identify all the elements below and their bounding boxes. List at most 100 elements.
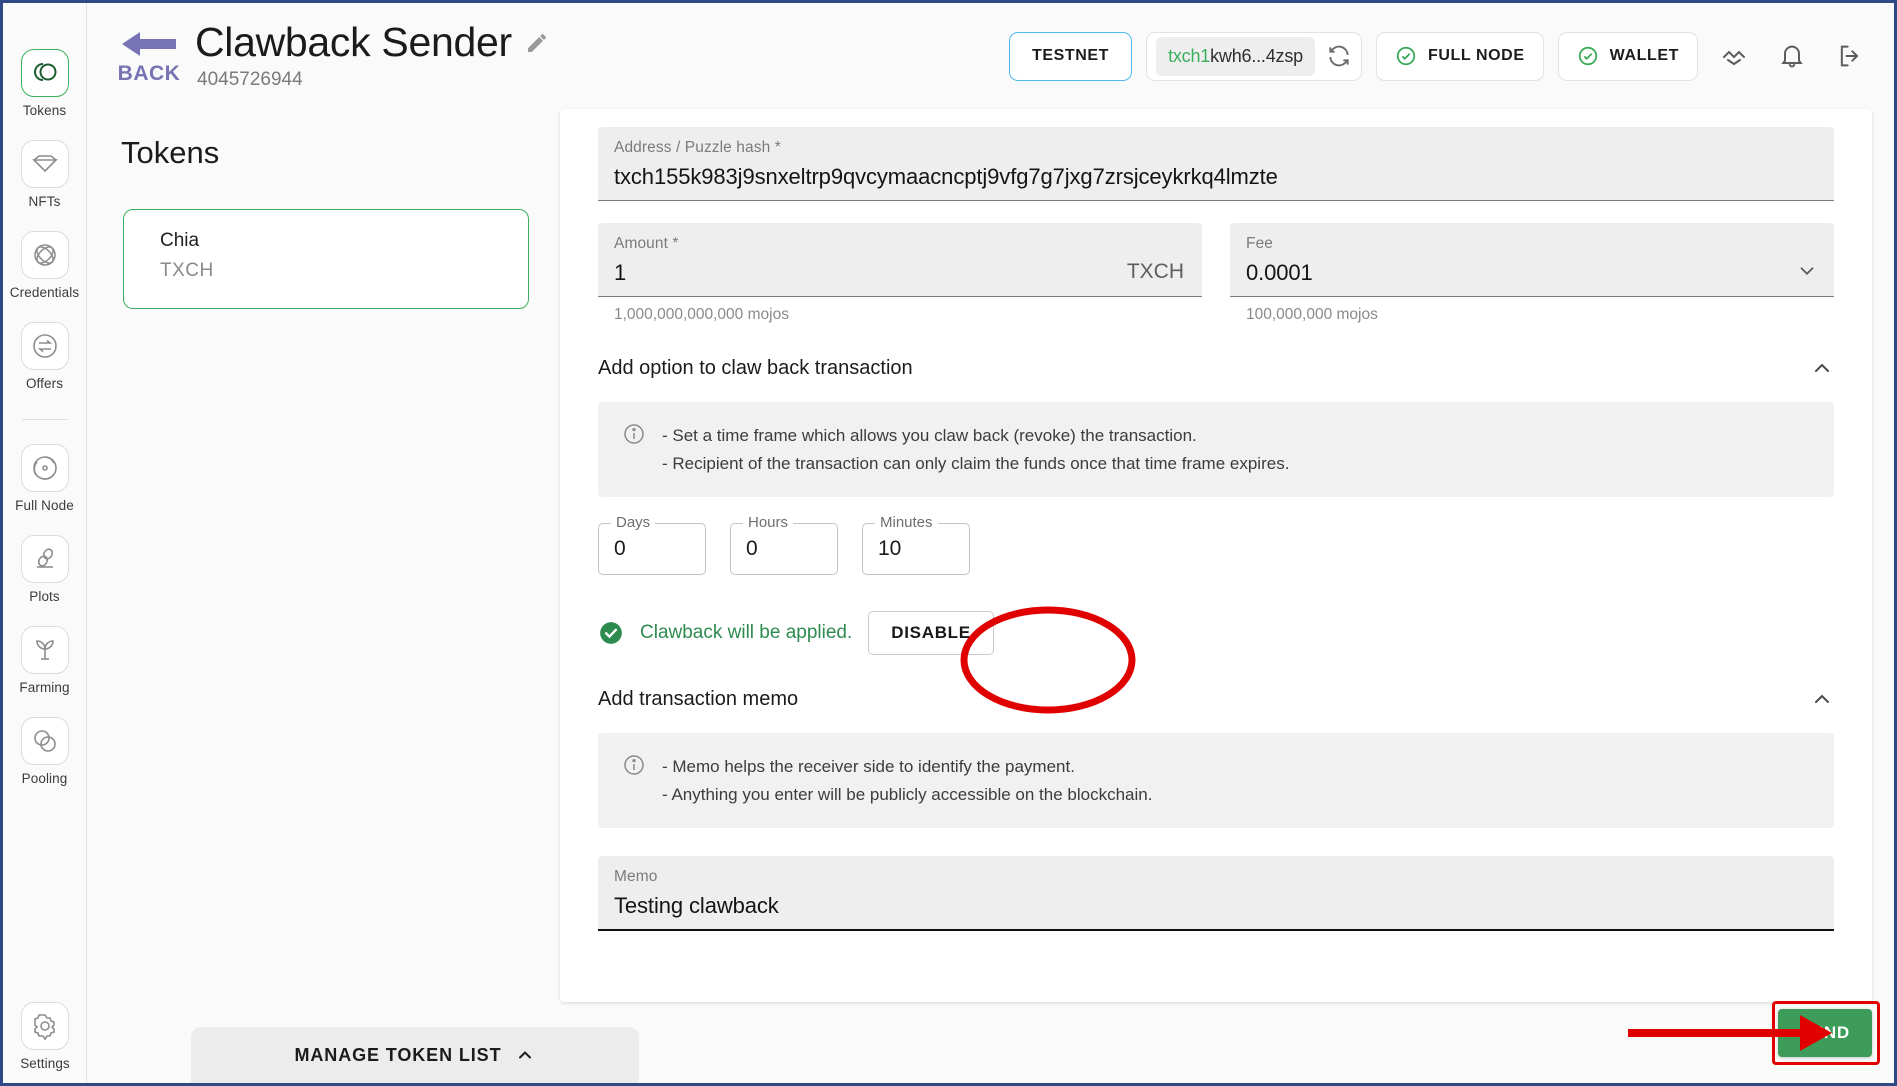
sidebar-item-offers[interactable]: Offers [3, 322, 87, 391]
address-suffix: kwh6...4zsp [1210, 45, 1303, 66]
clawback-status-row: Clawback will be applied. DISABLE [598, 611, 1834, 656]
manage-token-list-label: MANAGE TOKEN LIST [294, 1044, 502, 1065]
wallet-address-value: txch1kwh6...4zsp [1156, 36, 1315, 76]
clawback-disable-button[interactable]: DISABLE [868, 611, 994, 656]
sidebar-item-label: Tokens [22, 103, 67, 118]
logout-button[interactable] [1828, 34, 1872, 78]
check-circle-filled-icon [600, 622, 622, 644]
memo-info-box: - Memo helps the receiver side to identi… [598, 733, 1834, 829]
chevron-up-icon[interactable] [1810, 356, 1834, 380]
sidebar-item-label: Full Node [15, 498, 74, 513]
memo-section-header[interactable]: Add transaction memo [598, 687, 1834, 711]
wallet-address-chip[interactable]: txch1kwh6...4zsp [1146, 31, 1362, 81]
network-chip[interactable]: TESTNET [1008, 31, 1133, 81]
memo-input[interactable]: Memo Testing clawback [598, 856, 1834, 932]
amount-field-value: 1 [614, 260, 627, 285]
fee-field-label: Fee [1246, 235, 1274, 252]
sidebar-item-label: Farming [19, 680, 70, 695]
clawback-minutes-label: Minutes [875, 514, 938, 532]
address-field-label: Address / Puzzle hash * [614, 139, 781, 156]
notifications-button[interactable] [1770, 34, 1814, 78]
credentials-icon [20, 231, 69, 279]
clawback-hours-label: Hours [743, 514, 794, 532]
memo-section-title: Add transaction memo [598, 687, 799, 710]
amount-column: Amount * 1 TXCH 1,000,000,000,000 mojos [598, 223, 1202, 324]
farming-leaf-icon [20, 626, 69, 674]
clawback-days-input[interactable]: Days 0 [598, 514, 706, 576]
fee-helper-text: 100,000,000 mojos [1246, 306, 1378, 323]
sidebar-item-settings[interactable]: Settings [3, 1002, 87, 1071]
sidebar-item-label: Offers [25, 376, 64, 391]
fee-dropdown-arrow[interactable] [1796, 260, 1818, 282]
info-icon [624, 424, 644, 444]
clawback-info-box: - Set a time frame which allows you claw… [598, 402, 1834, 498]
clawback-section-header[interactable]: Add option to claw back transaction [598, 356, 1834, 380]
chevron-up-icon [519, 1051, 532, 1059]
check-circle-icon [1578, 46, 1597, 66]
offers-swap-icon [20, 322, 69, 370]
sidebar-item-pooling[interactable]: Pooling [3, 717, 87, 786]
sidebar-item-nfts[interactable]: NFTs [3, 140, 87, 209]
bell-icon [1781, 45, 1803, 68]
info-icon [624, 755, 644, 775]
wallet-status-chip[interactable]: WALLET [1557, 31, 1698, 81]
tokens-pane-title: Tokens [121, 135, 220, 170]
chevron-up-icon[interactable] [1810, 687, 1834, 711]
plots-seed-icon [20, 535, 69, 583]
sidebar-divider [21, 419, 68, 420]
back-arrow-icon [122, 31, 176, 56]
full-node-icon [20, 444, 69, 492]
memo-input-label: Memo [614, 868, 658, 886]
back-button[interactable]: BACK [113, 27, 185, 86]
sidebar-item-farming[interactable]: Farming [3, 626, 87, 695]
header-actions: TESTNET txch1kwh6...4zsp FULL NODE WALLE [1008, 31, 1872, 81]
token-list-item-chia[interactable]: Chia TXCH [123, 209, 529, 309]
sidebar-item-label: Pooling [21, 771, 68, 786]
full-node-status-chip[interactable]: FULL NODE [1375, 31, 1544, 81]
tokens-pane: Tokens Chia TXCH MANAGE TOKEN LIST [87, 109, 639, 1083]
sidebar-item-plots[interactable]: Plots [3, 535, 87, 604]
check-circle-icon [1396, 46, 1416, 66]
token-symbol: TXCH [160, 260, 214, 281]
connections-wave-button[interactable] [1712, 34, 1756, 78]
memo-info-line-1: - Memo helps the receiver side to identi… [662, 757, 1075, 777]
clawback-hours-input[interactable]: Hours 0 [730, 514, 838, 576]
page-title: Clawback Sender [195, 19, 512, 66]
page-body: Tokens Chia TXCH MANAGE TOKEN LIST Addre… [87, 109, 1894, 1083]
sidebar-item-credentials[interactable]: Credentials [3, 231, 87, 300]
amount-helper-text: 1,000,000,000,000 mojos [614, 306, 789, 323]
token-name: Chia [160, 230, 200, 251]
logout-icon [1840, 45, 1859, 67]
back-button-label: BACK [117, 61, 181, 85]
amount-field-label: Amount * [614, 235, 679, 252]
amount-field[interactable]: Amount * 1 TXCH [598, 223, 1202, 297]
fee-field-value: 0.0001 [1246, 260, 1313, 285]
chevron-down-icon [1800, 267, 1814, 276]
amount-fee-row: Amount * 1 TXCH 1,000,000,000,000 mojos … [598, 223, 1834, 324]
clawback-section-title: Add option to claw back transaction [598, 356, 913, 379]
fee-column: Fee 0.0001 100,000,000 mojos [1230, 223, 1834, 324]
sidebar-item-label: Credentials [9, 285, 80, 300]
wallet-status-label: WALLET [1609, 47, 1679, 64]
send-button[interactable]: SEND [1777, 1009, 1872, 1057]
address-field-value: txch155k983j9snxeltrp9qvcymaacncptj9vfg7… [614, 164, 1278, 189]
clawback-time-inputs: Days 0 Hours 0 Minutes 10 [598, 514, 1834, 576]
refresh-icon[interactable] [1326, 43, 1352, 69]
sidebar-item-label: NFTs [28, 194, 61, 209]
address-prefix: txch1 [1168, 45, 1211, 66]
tokens-icon [20, 49, 69, 97]
full-node-status-label: FULL NODE [1427, 47, 1525, 64]
fee-field[interactable]: Fee 0.0001 [1230, 223, 1834, 297]
sidebar-item-full-node[interactable]: Full Node [3, 444, 87, 513]
amount-unit-label: TXCH [1126, 260, 1184, 283]
page-title-group: Clawback Sender 4045726944 [195, 21, 549, 90]
edit-pencil-icon[interactable] [525, 31, 549, 55]
address-field[interactable]: Address / Puzzle hash * txch155k983j9snx… [598, 127, 1834, 201]
clawback-minutes-input[interactable]: Minutes 10 [862, 514, 970, 576]
gear-icon [21, 1002, 69, 1050]
clawback-info-line-2: - Recipient of the transaction can only … [662, 453, 1290, 473]
sidebar-item-tokens[interactable]: Tokens [3, 49, 87, 118]
memo-info-line-2: - Anything you enter will be publicly ac… [662, 784, 1153, 804]
chia-wallet-window: Tokens NFTs Credentials Offers Full Node… [0, 0, 1897, 1086]
manage-token-list-button[interactable]: MANAGE TOKEN LIST [191, 1027, 639, 1083]
